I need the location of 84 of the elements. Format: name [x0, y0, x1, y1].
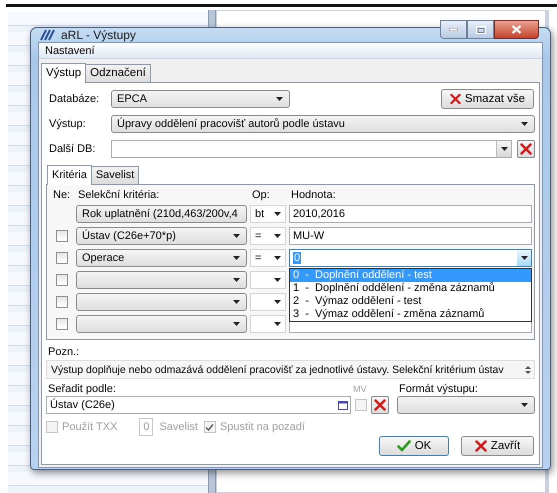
close-icon: [520, 143, 532, 155]
maximize-button[interactable]: [467, 20, 494, 39]
tab[interactable]: Výstup: [41, 63, 86, 83]
checkbox-label: Použít TXX: [62, 421, 118, 433]
operator-dropdown[interactable]: bt: [250, 205, 286, 223]
caret-icon: [274, 256, 281, 260]
dropdown-option[interactable]: 2 - Výmaz oddělení - test: [290, 295, 531, 308]
check-icon: [396, 440, 411, 452]
close-icon: [450, 93, 461, 105]
field-label: Pozn.:: [47, 346, 80, 358]
caret-icon: [233, 300, 240, 304]
database-dropdown[interactable]: EPCA: [111, 90, 290, 108]
criterion-dropdown[interactable]: Ústav (C26e+70*p): [76, 227, 247, 245]
note-field: Výstup doplňuje nebo odmazává oddělení pracovišť za jednotlivé ústavy. Selekční kritérium ústav: [46, 360, 535, 379]
field-label: Savelist: [159, 421, 198, 433]
column-header: Selekční kritéria:: [77, 189, 160, 201]
caret-icon: [274, 278, 281, 282]
caret-icon: [233, 322, 240, 326]
ok-button[interactable]: OK: [379, 436, 449, 456]
field-label: Seřadit podle:: [47, 383, 117, 395]
column-header: Ne:: [52, 189, 72, 201]
field-label: Formát výstupu:: [398, 383, 479, 395]
tab[interactable]: Kritéria: [47, 165, 92, 185]
sort-field[interactable]: Ústav (C26e): [46, 396, 351, 414]
database-field[interactable]: [111, 140, 512, 158]
maximize-icon: [476, 26, 486, 34]
checkbox[interactable]: [56, 230, 68, 242]
operator-dropdown[interactable]: [250, 271, 286, 289]
caret-icon: [500, 147, 508, 151]
close-button[interactable]: [494, 20, 539, 39]
menu-item[interactable]: Nastavení: [43, 44, 97, 56]
caret-icon: [274, 234, 281, 238]
checkbox[interactable]: [56, 252, 68, 264]
caret-icon: [233, 278, 240, 282]
field-label: Výstup:: [48, 118, 87, 130]
caret-icon: [274, 300, 281, 304]
operator-dropdown[interactable]: [250, 315, 286, 333]
value-field[interactable]: MU-W: [289, 227, 532, 245]
criterion-dropdown[interactable]: [76, 271, 247, 289]
checkbox-label: MV: [353, 384, 368, 394]
column-header: Op:: [251, 189, 271, 201]
remove-button[interactable]: [517, 140, 535, 158]
tab[interactable]: Odznačení: [85, 64, 151, 82]
format-dropdown[interactable]: [397, 396, 535, 414]
dropdown-option[interactable]: 3 - Výmaz oddělení - změna záznamů: [290, 308, 531, 321]
criterion-dropdown[interactable]: Rok uplatnění (210d,463/200v,4: [76, 205, 247, 223]
app-logo-icon: [40, 29, 56, 41]
caret-icon: [520, 256, 528, 260]
checkbox[interactable]: [56, 318, 68, 330]
caret-icon: [233, 234, 240, 238]
operator-dropdown[interactable]: =: [250, 227, 286, 245]
minimize-button[interactable]: [440, 20, 467, 39]
field-label: Databáze:: [48, 93, 100, 105]
criterion-dropdown[interactable]: [76, 293, 247, 311]
caret-icon: [274, 322, 281, 326]
caret-icon: [276, 97, 283, 101]
count-field: 0: [139, 418, 154, 436]
output-dropdown[interactable]: Úpravy oddělení pracovišť autorů podle ústavu: [111, 115, 535, 133]
value-field[interactable]: 2010,2016: [289, 205, 532, 223]
caret-icon: [274, 212, 281, 216]
operator-dropdown[interactable]: [250, 293, 286, 311]
field-label: Další DB:: [48, 143, 96, 155]
caret-icon: [521, 403, 528, 407]
close-button[interactable]: Zavřít: [461, 436, 534, 456]
clear-all-button[interactable]: Smazat vše: [441, 89, 534, 109]
caret-icon: [521, 122, 528, 126]
dropdown-option[interactable]: 1 - Doplnění oddělení - změna záznamů: [290, 282, 531, 295]
close-icon: [374, 399, 386, 411]
spinner-icon[interactable]: [525, 364, 531, 374]
operator-dropdown[interactable]: =: [250, 249, 286, 267]
column-header: Hodnota:: [290, 189, 337, 201]
checkbox[interactable]: [56, 296, 68, 308]
tab[interactable]: Savelist: [90, 166, 140, 184]
minimize-icon: [449, 28, 458, 31]
close-icon: [474, 440, 487, 452]
criterion-dropdown[interactable]: Operace: [76, 249, 247, 267]
close-icon: [511, 25, 522, 34]
clear-sort-button[interactable]: [371, 396, 389, 414]
caret-icon: [233, 256, 240, 260]
criterion-dropdown[interactable]: [76, 315, 247, 333]
window-icon: [338, 400, 348, 410]
window-title: aRL - Výstupy: [61, 28, 137, 42]
checkbox-label: Spustit na pozadí: [220, 421, 305, 433]
checkbox[interactable]: [56, 274, 68, 286]
